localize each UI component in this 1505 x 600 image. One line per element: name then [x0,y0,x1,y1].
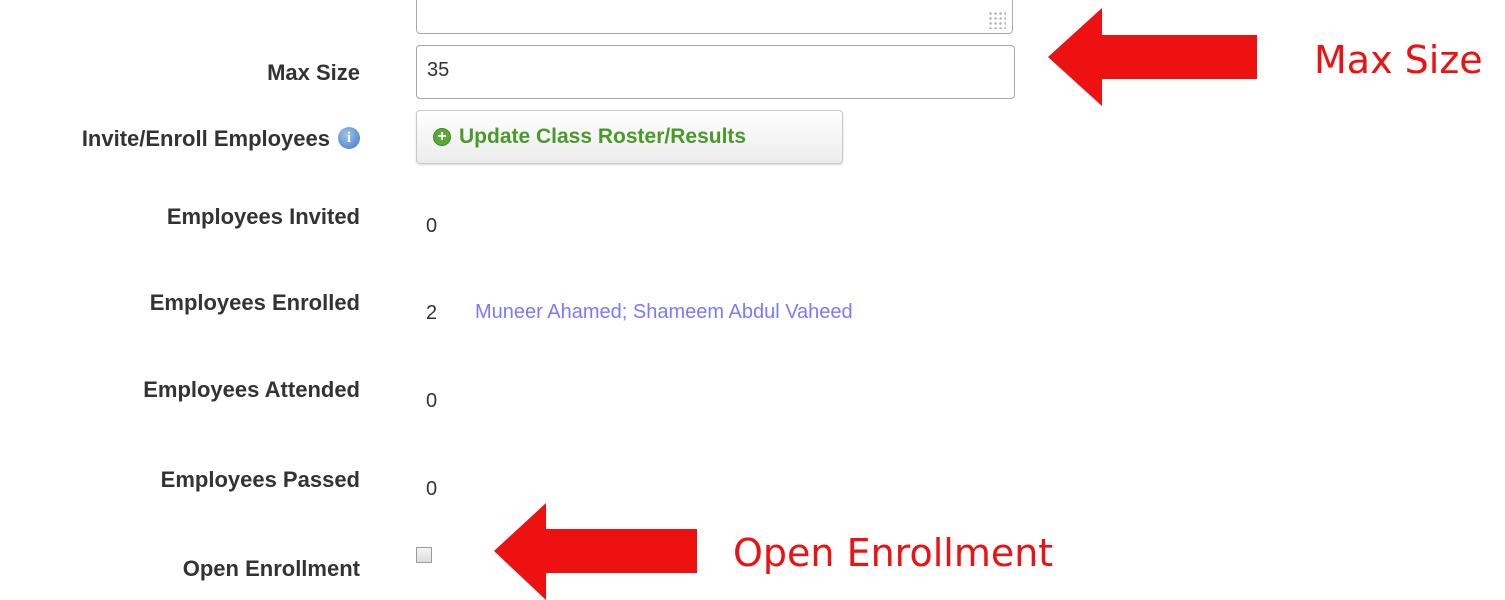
info-icon[interactable]: i [338,127,360,150]
update-class-roster-label: Update Class Roster/Results [459,125,747,148]
max-size-input[interactable] [416,45,1015,99]
invite-enroll-label: Invite/Enroll Employees i [82,126,360,152]
update-class-roster-button[interactable]: + Update Class Roster/Results [416,110,843,164]
employees-attended-label: Employees Attended [143,377,360,402]
employees-invited-value: 0 [426,215,438,237]
employees-enrolled-label: Employees Enrolled [149,290,360,315]
resize-grip-icon[interactable] [988,11,1006,29]
max-size-callout: Max Size [1314,38,1483,82]
max-size-label: Max Size [267,60,360,85]
employees-attended-value: 0 [426,390,438,412]
employees-passed-label: Employees Passed [160,467,360,492]
employees-invited-label: Employees Invited [166,204,360,229]
open-enrollment-checkbox[interactable] [416,547,432,563]
open-enrollment-label: Open Enrollment [182,556,360,581]
plus-circle-icon: + [433,128,451,146]
invite-enroll-text: Invite/Enroll Employees [81,126,330,151]
employees-passed-value: 0 [426,478,438,500]
enrolled-employee-link[interactable]: Shameem Abdul Vaheed [633,301,853,323]
enrolled-names-list: Muneer Ahamed; Shameem Abdul Vaheed [475,301,853,323]
employees-enrolled-value: 2 [426,302,438,324]
enrolled-employee-link[interactable]: Muneer Ahamed [475,301,622,323]
open-enrollment-arrow-icon [494,503,697,600]
open-enrollment-callout: Open Enrollment [733,531,1054,575]
max-size-arrow-icon [1048,8,1257,106]
description-textarea[interactable] [416,0,1013,34]
